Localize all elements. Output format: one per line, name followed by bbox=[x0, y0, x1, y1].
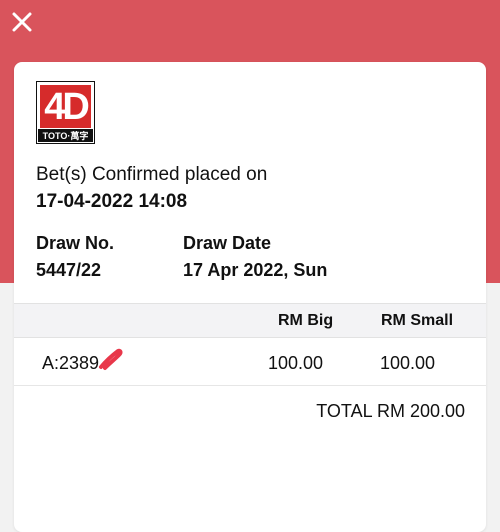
toto-4d-logo: 4D TOTO·萬字 bbox=[36, 81, 95, 144]
logo-caption: TOTO·萬字 bbox=[38, 129, 93, 142]
confirmation-label: Bet(s) Confirmed placed on bbox=[36, 164, 268, 185]
close-button[interactable] bbox=[8, 8, 36, 36]
draw-number-value: 5447/22 bbox=[36, 260, 102, 280]
total-amount: TOTAL RM 200.00 bbox=[316, 401, 465, 421]
draw-date-value: 17 Apr 2022, Sun bbox=[183, 260, 328, 280]
draw-date-label: Draw Date bbox=[183, 233, 272, 253]
close-icon bbox=[12, 12, 32, 32]
bet-table-header: RM Big RM Small bbox=[14, 303, 486, 338]
bet-amount-big: 100.00 bbox=[268, 353, 324, 373]
redaction-mark bbox=[99, 348, 123, 370]
confirmation-datetime: 17-04-2022 14:08 bbox=[36, 191, 188, 212]
table-row: A:2389 100.00 100.00 bbox=[14, 337, 486, 386]
draw-number-label: Draw No. bbox=[36, 233, 115, 253]
column-header-big: RM Big bbox=[278, 312, 334, 329]
bet-number: A:2389 bbox=[42, 353, 100, 373]
column-header-small: RM Small bbox=[381, 312, 454, 329]
bet-receipt-card: 4D TOTO·萬字 Bet(s) Confirmed placed on 17… bbox=[14, 62, 486, 532]
bet-amount-small: 100.00 bbox=[380, 353, 436, 373]
logo-mark: 4D bbox=[44, 85, 90, 128]
